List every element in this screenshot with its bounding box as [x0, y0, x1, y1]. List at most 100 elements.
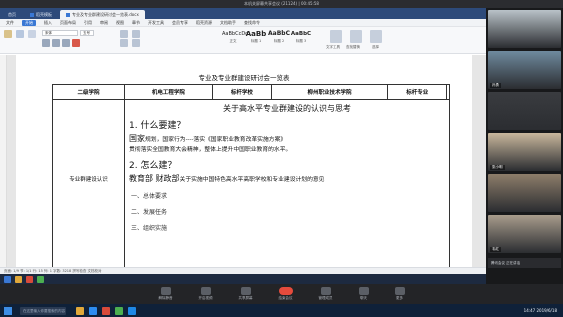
style-heading1[interactable]: AaBb 标题 1	[245, 29, 267, 45]
table-cell[interactable]: 标杆学校	[211, 84, 273, 100]
list-item: 三、组织实施	[131, 225, 168, 232]
wps-taskbar-icon[interactable]	[102, 306, 110, 315]
menu-review[interactable]: 审阅	[100, 20, 108, 26]
menu-assistant[interactable]: 文档助手	[220, 20, 236, 26]
style-heading2[interactable]: AaBbC 标题 2	[268, 29, 290, 45]
participant-video[interactable]: 韦红	[488, 215, 561, 253]
tab-home[interactable]: 首页	[2, 10, 22, 19]
video-button[interactable]: 开启视频	[199, 287, 213, 301]
doc-icon	[66, 13, 70, 17]
vertical-ruler	[0, 55, 7, 267]
participant-video[interactable]	[488, 174, 561, 212]
text-tools-label: 文字工具	[326, 45, 340, 49]
participant-video[interactable]: 张小明	[488, 133, 561, 171]
tab-templates[interactable]: 稻壳模板	[24, 10, 58, 19]
left-label-cell[interactable]: 专业群建设认识	[52, 99, 125, 267]
windows-start-icon[interactable]	[4, 306, 12, 315]
windows-taskbar: 在这里输入你要搜索的内容 14:47 2019/6/18	[0, 304, 563, 317]
style-heading3[interactable]: AaBbC 标题 3	[290, 29, 312, 45]
list-item: 二、发展任务	[131, 209, 168, 216]
content-cell[interactable]: 关于高水平专业群建设的认识与思考 1. 什么要建？ 国家规划，国家行为----落…	[124, 99, 450, 267]
meeting-controls: 解除静音 开启视频 共享屏幕 结束会议 管理成员 聊天 更多	[0, 284, 563, 304]
shared-taskbar	[0, 274, 486, 284]
table-body-row: 专业群建设认识 关于高水平专业群建设的认识与思考 1. 什么要建？ 国家规划，国…	[52, 99, 450, 267]
speaking-indicator: 腾讯会议 正在讲话	[488, 258, 561, 268]
bold-icon[interactable]	[42, 39, 50, 47]
taskbar-search-input[interactable]: 在这里输入你要搜索的内容	[20, 306, 66, 315]
bullets-icon[interactable]	[120, 30, 128, 38]
start-icon[interactable]	[4, 275, 11, 283]
style-normal[interactable]: AaBbCcDd 正文	[222, 29, 248, 45]
table-cell[interactable]: 二级学院	[52, 84, 125, 100]
menu-references[interactable]: 引用	[84, 20, 92, 26]
find-replace-icon[interactable]	[350, 30, 362, 43]
list-item: 一、总体要求	[131, 193, 168, 200]
wps-icon	[30, 13, 34, 17]
menu-layout[interactable]: 页面布局	[60, 20, 76, 26]
question-1: 1. 什么要建？	[129, 121, 186, 131]
wechat-icon[interactable]	[37, 275, 44, 283]
camera-icon	[200, 287, 211, 295]
chat-icon	[358, 287, 369, 295]
font-color-icon[interactable]	[72, 39, 80, 47]
content-title: 关于高水平专业群建设的认识与思考	[223, 104, 351, 113]
menu-insert[interactable]: 插入	[44, 20, 52, 26]
italic-icon[interactable]	[52, 39, 60, 47]
table-cell[interactable]: 机电工程学院	[124, 84, 213, 100]
wechat-taskbar-icon[interactable]	[115, 306, 123, 315]
align-left-icon[interactable]	[120, 39, 128, 47]
find-replace-label: 查找替换	[346, 45, 360, 49]
document-table: 二级学院 机电工程学院 标杆学校 柳州职业技术学院 标杆专业 专业群建设认识 关…	[52, 84, 450, 267]
meeting-app-icon[interactable]	[128, 306, 136, 315]
more-button[interactable]: 更多	[394, 287, 405, 301]
table-cell[interactable]: 标杆专业	[387, 84, 448, 100]
share-button[interactable]: 共享屏幕	[239, 287, 253, 301]
chat-button[interactable]: 聊天	[358, 287, 369, 301]
participant-video[interactable]	[488, 92, 561, 130]
menu-dev[interactable]: 开发工具	[148, 20, 164, 26]
explorer-icon[interactable]	[76, 306, 84, 315]
format-painter-icon[interactable]	[28, 30, 36, 38]
underline-icon[interactable]	[62, 39, 70, 47]
cut-icon[interactable]	[16, 30, 24, 38]
menu-resources[interactable]: 稻壳资源	[196, 20, 212, 26]
document-area[interactable]: 专业及专业群建设研讨会一览表 二级学院 机电工程学院 标杆学校 柳州职业技术学院…	[0, 55, 486, 267]
wps-app-icon[interactable]	[26, 275, 33, 283]
members-button[interactable]: 管理成员	[319, 287, 333, 301]
shared-screen: 首页 稻壳模板 专业及专业群建设研讨会一览表.docx 文件 开始 插入 页面布…	[0, 8, 486, 284]
tab-document[interactable]: 专业及专业群建设研讨会一览表.docx	[60, 10, 145, 19]
folder-icon[interactable]	[15, 275, 22, 283]
meeting-topbar: 本机关屏幕共享会议 (21124) | 00:45:58	[0, 0, 563, 8]
mute-button[interactable]: 解除静音	[159, 287, 173, 301]
menu-bar: 文件 开始 插入 页面布局 引用 审阅 视图 章节 开发工具 会员专享 稻壳资源…	[0, 19, 486, 27]
browser-icon[interactable]	[89, 306, 97, 315]
menu-search[interactable]: 查找命令	[244, 20, 260, 26]
app-tab-bar: 首页 稻壳模板 专业及专业群建设研讨会一览表.docx	[0, 8, 486, 19]
end-meeting-button[interactable]: 结束会议	[278, 287, 293, 301]
participant-video[interactable]	[488, 10, 561, 48]
align-center-icon[interactable]	[132, 39, 140, 47]
menu-member[interactable]: 会员专享	[172, 20, 188, 26]
select-label: 选择	[372, 45, 379, 49]
hangup-icon	[278, 287, 293, 295]
numbering-icon[interactable]	[132, 30, 140, 38]
taskbar-clock: 14:47 2019/6/18	[523, 308, 557, 313]
mic-icon	[160, 287, 171, 295]
text-tools-icon[interactable]	[330, 30, 342, 43]
table-header-row: 二级学院 机电工程学院 标杆学校 柳州职业技术学院 标杆专业	[52, 84, 450, 100]
table-cell[interactable]	[446, 84, 450, 100]
menu-home[interactable]: 开始	[22, 19, 36, 26]
select-icon[interactable]	[370, 30, 382, 43]
q2-line1: 教育部 财政部关于实施中国特色高水平高职学校和专业建设计划的意见	[129, 174, 325, 184]
participant-video[interactable]: 孙勇	[488, 51, 561, 89]
menu-section[interactable]: 章节	[132, 20, 140, 26]
menu-file[interactable]: 文件	[6, 20, 14, 26]
document-page[interactable]: 专业及专业群建设研讨会一览表 二级学院 机电工程学院 标杆学校 柳州职业技术学院…	[16, 55, 472, 267]
share-icon	[240, 287, 251, 295]
table-cell[interactable]: 柳州职业技术学院	[270, 84, 389, 100]
paste-icon[interactable]	[4, 30, 12, 38]
font-name-select[interactable]: 宋体	[42, 30, 78, 36]
font-size-select[interactable]: 五号	[80, 30, 94, 36]
meeting-title: 本机关屏幕共享会议 (21124) | 00:45:58	[244, 1, 319, 6]
menu-view[interactable]: 视图	[116, 20, 124, 26]
